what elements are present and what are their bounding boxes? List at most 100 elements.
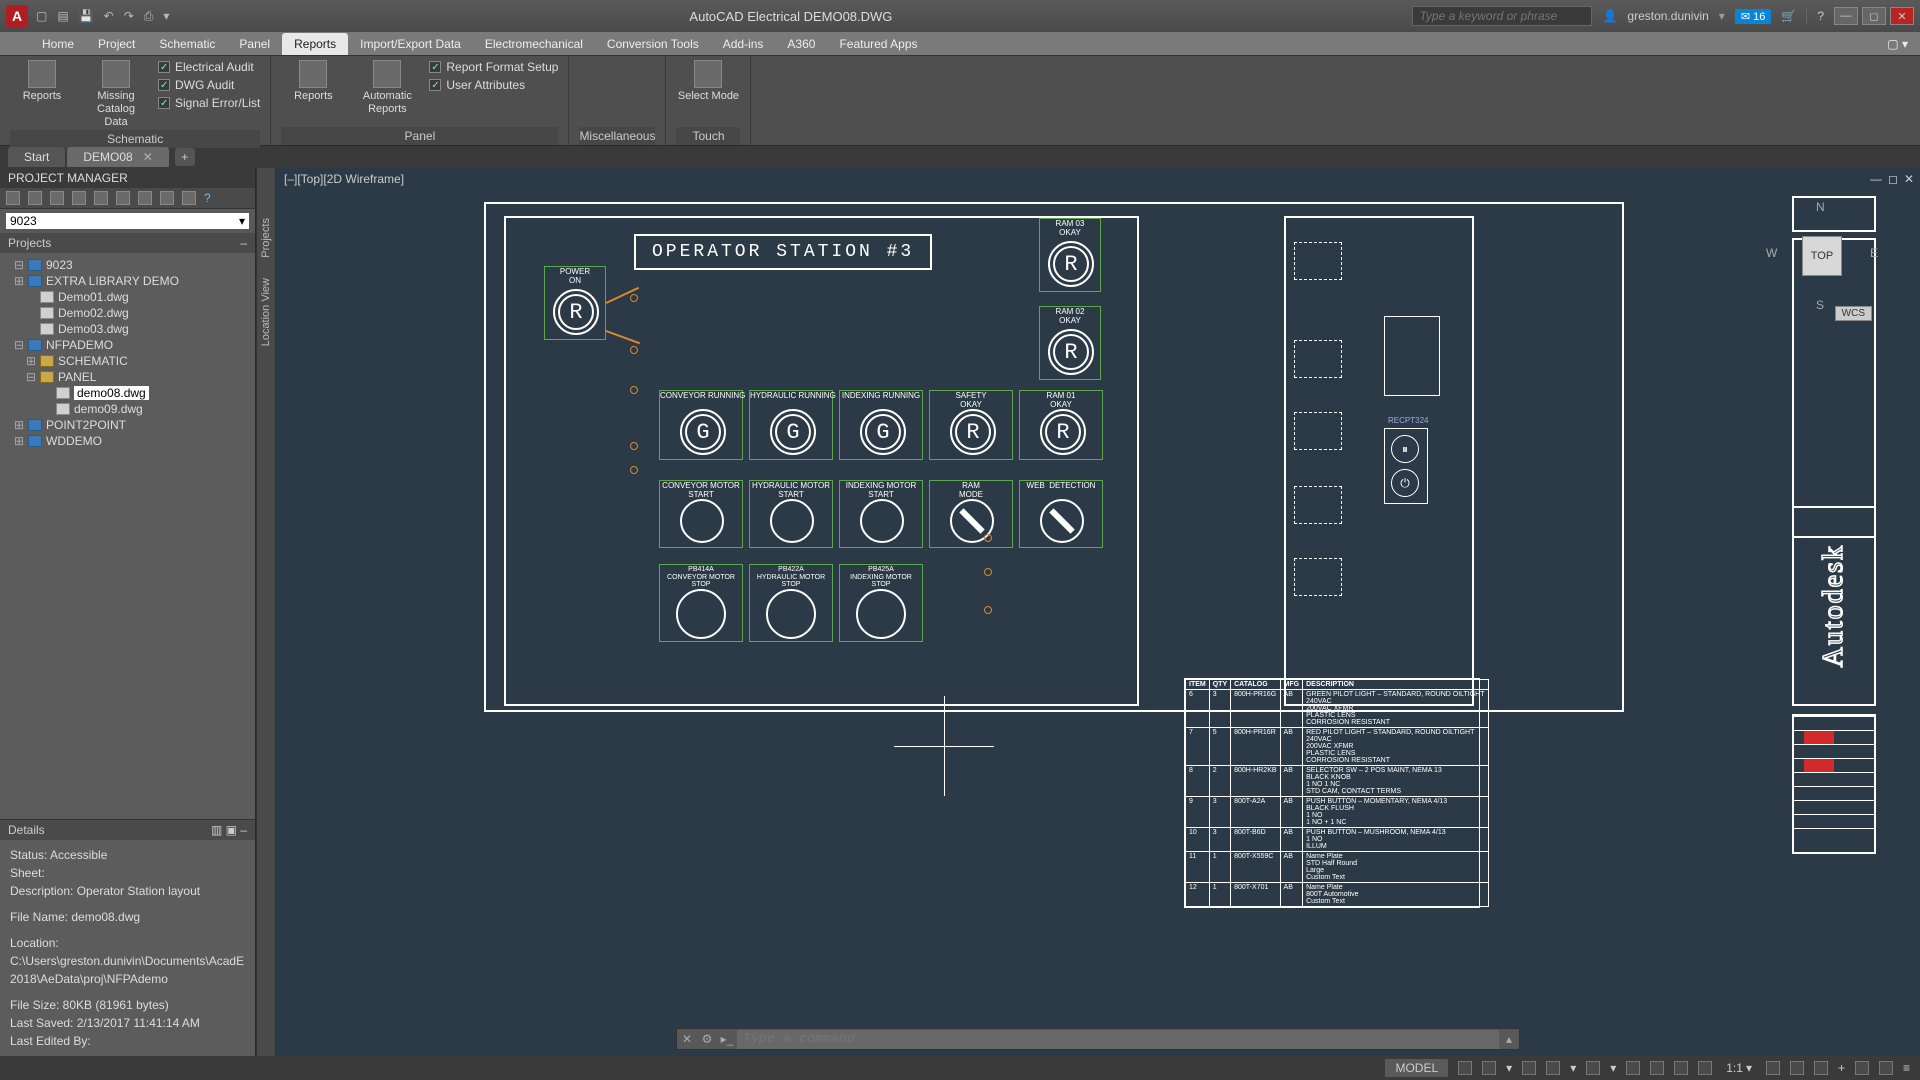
status-ws-icon[interactable] [1814,1061,1828,1075]
view-label[interactable]: [–][Top][2D Wireframe] [284,172,404,186]
pm-tool-icon[interactable] [6,191,20,205]
pm-tool-icon[interactable] [160,191,174,205]
cmd-history-icon[interactable]: ▴ [1499,1032,1519,1046]
command-line[interactable]: ✕ ⚙ ▸_ ▴ [676,1028,1520,1050]
tree-node-demo02-dwg[interactable]: Demo02.dwg [0,305,255,321]
drawing-canvas[interactable]: [–][Top][2D Wireframe] — ◻ ✕ OPERATOR ST… [276,168,1920,1056]
status-clean-icon[interactable] [1855,1061,1869,1075]
status-gear-icon[interactable] [1766,1061,1780,1075]
status-osnap-icon[interactable] [1626,1061,1640,1075]
tab-panel[interactable]: Panel [227,33,282,55]
cmd-close-icon[interactable]: ✕ [677,1032,697,1046]
signin-icon[interactable]: 👤 [1602,9,1617,23]
status-cust-icon[interactable] [1879,1061,1893,1075]
command-input[interactable] [737,1030,1499,1049]
ribbon-select-mode-button[interactable]: Select Mode [676,60,740,103]
status-grid-icon[interactable] [1458,1061,1472,1075]
project-tree: ⊟9023⊞EXTRA LIBRARY DEMODemo01.dwgDemo02… [0,253,255,819]
ribbon-reports-button[interactable]: Reports [281,60,345,103]
qat-redo-icon[interactable]: ↷ [124,9,134,23]
ribbon-tabs: HomeProjectSchematicPanelReportsImport/E… [0,32,1920,56]
new-doc-tab[interactable]: + [175,148,195,166]
tab-schematic[interactable]: Schematic [147,33,227,55]
qat-dropdown-icon[interactable]: ▾ [163,9,169,23]
status-lwt-icon[interactable] [1674,1061,1688,1075]
tab-project[interactable]: Project [86,33,147,55]
doc-tab-demo08[interactable]: DEMO08✕ [67,147,168,167]
pm-help-icon[interactable]: ? [204,191,218,205]
tab-reports[interactable]: Reports [282,33,348,55]
tab-conversion-tools[interactable]: Conversion Tools [595,33,711,55]
pm-tool-icon[interactable] [94,191,108,205]
ribbon-dwg-audit-button[interactable]: DWG Audit [158,78,260,92]
viewport-min-icon[interactable]: — [1870,172,1882,186]
status-polar-icon[interactable] [1546,1061,1560,1075]
autodesk-logo: Autodesk [1792,506,1876,706]
tree-node-point2point[interactable]: ⊞POINT2POINT [0,417,255,433]
ribbon-electrical-audit-button[interactable]: Electrical Audit [158,60,260,74]
status-scale[interactable]: 1:1 ▾ [1722,1061,1756,1075]
status-otrack-icon[interactable] [1650,1061,1664,1075]
tree-node-schematic[interactable]: ⊞SCHEMATIC [0,353,255,369]
pm-tool-icon[interactable] [116,191,130,205]
tree-node-extra-library-demo[interactable]: ⊞EXTRA LIBRARY DEMO [0,273,255,289]
help-search-input[interactable] [1412,6,1592,26]
status-snap-icon[interactable] [1482,1061,1496,1075]
pm-title: PROJECT MANAGER [0,168,255,188]
tab-home[interactable]: Home [30,33,86,55]
ribbon-signal-error-list-button[interactable]: Signal Error/List [158,96,260,110]
app-logo[interactable]: A [6,5,28,27]
tab-featured-apps[interactable]: Featured Apps [827,33,929,55]
tab-import-export-data[interactable]: Import/Export Data [348,33,473,55]
exchange-icon[interactable]: 🛒 [1781,9,1796,23]
qat-print-icon[interactable]: ⎙ [144,9,154,24]
qat-new-icon[interactable]: ▢ [36,9,47,23]
pm-tool-icon[interactable] [72,191,86,205]
status-trans-icon[interactable] [1698,1061,1712,1075]
pm-tool-icon[interactable] [50,191,64,205]
viewport-max-icon[interactable]: ◻ [1888,172,1898,186]
qat-save-icon[interactable]: 💾 [79,9,94,23]
tab-electromechanical[interactable]: Electromechanical [473,33,595,55]
tab-a360[interactable]: A360 [775,33,827,55]
model-tab[interactable]: MODEL [1385,1059,1448,1077]
tree-node-9023[interactable]: ⊟9023 [0,257,255,273]
tree-node-demo01-dwg[interactable]: Demo01.dwg [0,289,255,305]
qat-undo-icon[interactable]: ↶ [104,9,114,23]
status-ortho-icon[interactable] [1522,1061,1536,1075]
viewcube[interactable]: N S E W TOP [1762,196,1882,316]
ribbon-automatic-reports-button[interactable]: Automatic Reports [355,60,419,116]
notification-badge[interactable]: ✉ 16 [1735,9,1772,24]
status-iso-icon[interactable] [1586,1061,1600,1075]
pm-tool-icon[interactable] [138,191,152,205]
tree-node-demo08-dwg[interactable]: demo08.dwg [0,385,255,401]
qat-open-icon[interactable]: ▤ [57,9,68,23]
viewport-close-icon[interactable]: ✕ [1904,172,1914,186]
side-tab-location[interactable]: Location View [260,268,272,356]
close-button[interactable]: ✕ [1890,7,1914,25]
tab-add-ins[interactable]: Add-ins [711,33,776,55]
wcs-label[interactable]: WCS [1835,306,1872,321]
minimize-button[interactable]: — [1834,7,1858,25]
pm-tool-icon[interactable] [28,191,42,205]
ribbon-reports-button[interactable]: Reports [10,60,74,103]
ribbon-user-attributes-button[interactable]: User Attributes [429,78,558,92]
ribbon-report-format-setup-button[interactable]: Report Format Setup [429,60,558,74]
maximize-button[interactable]: ◻ [1862,7,1886,25]
details-collapse-icon[interactable]: ▥ ▣ – [211,823,247,837]
ribbon-collapse-icon[interactable]: ▢ ▾ [1875,33,1920,55]
tree-node-demo09-dwg[interactable]: demo09.dwg [0,401,255,417]
tree-node-nfpademo[interactable]: ⊟NFPADEMO [0,337,255,353]
pm-project-select[interactable]: 9023 ▾ [6,213,249,229]
pm-tool-icon[interactable] [182,191,196,205]
status-anno-icon[interactable] [1790,1061,1804,1075]
side-tab-projects[interactable]: Projects [260,208,272,268]
tree-node-wddemo[interactable]: ⊞WDDEMO [0,433,255,449]
ribbon-missing-catalog-data-button[interactable]: Missing Catalog Data [84,60,148,130]
tree-node-panel[interactable]: ⊟PANEL [0,369,255,385]
tree-node-demo03-dwg[interactable]: Demo03.dwg [0,321,255,337]
help-icon[interactable]: ? [1817,9,1824,23]
doc-tab-start[interactable]: Start [8,147,65,167]
user-name[interactable]: greston.dunivin [1627,9,1708,23]
cmd-config-icon[interactable]: ⚙ [697,1032,717,1046]
